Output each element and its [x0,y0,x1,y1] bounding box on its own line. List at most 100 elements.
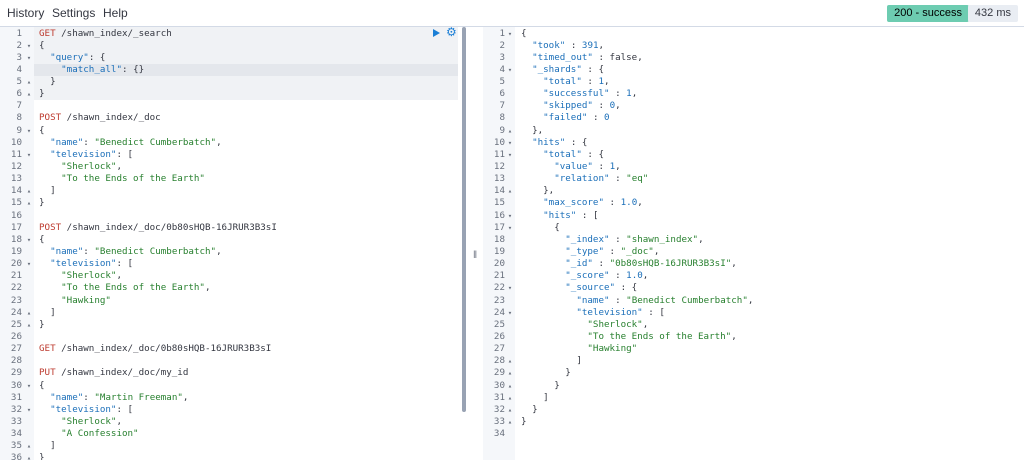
code-line: 34 "A Confession" [0,428,462,440]
code-line: 27 "Hawking" [483,343,1024,355]
line-number: 31 [493,391,505,403]
fold-toggle-icon[interactable]: ▾ [25,40,33,52]
code-line: 35 ▴ ] [0,440,462,452]
line-number: 1 [16,27,22,39]
fold-toggle-icon[interactable]: ▾ [25,380,33,392]
fold-toggle-icon[interactable]: ▾ [25,234,33,246]
request-code[interactable]: 1 GET /shawn_index/_search 2 ▾{3 ▾ "query": … [0,28,462,460]
request-editor[interactable]: 1 GET /shawn_index/_search 2 ▾{3 ▾ "query": … [0,27,462,460]
line-text: "skipped" : 0, [543,100,621,112]
line-number: 12 [10,161,22,173]
request-scrollbar[interactable] [462,27,466,412]
line-text: { [39,39,45,51]
fold-toggle-icon[interactable]: ▾ [25,149,33,161]
line-text: "total" : 1, [543,76,610,88]
fold-toggle-icon[interactable]: ▴ [506,416,514,428]
line-text: "A Confession" [61,428,139,440]
response-status-badge: 200 - success [887,5,969,22]
fold-toggle-icon[interactable]: ▴ [506,125,514,137]
code-line: 20 ▾ "television": [ [0,258,462,270]
line-text: "timed_out" : false, [532,51,643,63]
fold-toggle-icon[interactable]: ▴ [506,392,514,404]
drag-handle-icon[interactable]: ‖ [473,251,477,261]
fold-toggle-icon[interactable]: ▾ [506,210,514,222]
pane-resizer[interactable]: ‖ [470,27,482,460]
settings-menu[interactable]: Settings [52,0,95,26]
fold-toggle-icon[interactable]: ▾ [506,222,514,234]
line-number: 28 [493,355,505,367]
fold-toggle-icon[interactable]: ▾ [25,52,33,64]
line-number: 19 [493,246,505,258]
line-number: 26 [493,331,505,343]
code-line: 31 ▴ ] [483,392,1024,404]
fold-toggle-icon[interactable]: ▾ [25,258,33,270]
fold-toggle-icon[interactable]: ▴ [25,319,33,331]
fold-toggle-icon[interactable]: ▴ [25,440,33,452]
fold-toggle-icon[interactable]: ▴ [506,380,514,392]
line-text: }, [521,124,544,136]
line-number: 22 [10,282,22,294]
fold-toggle-icon[interactable]: ▾ [506,28,514,40]
fold-toggle-icon[interactable]: ▾ [506,307,514,319]
fold-toggle-icon[interactable]: ▴ [25,307,33,319]
fold-toggle-icon[interactable]: ▴ [25,88,33,100]
line-number: 30 [493,379,505,391]
fold-toggle-icon[interactable]: ▴ [506,185,514,197]
code-line: 12 "Sherlock", [0,161,462,173]
line-number: 5 [499,76,505,88]
help-menu[interactable]: Help [103,0,128,26]
code-line: 30 ▴ } [483,380,1024,392]
code-line: 17 POST /shawn_index/_doc/0b80sHQB-16JRUR… [0,222,462,234]
fold-toggle-icon[interactable]: ▴ [25,76,33,88]
line-number: 29 [10,367,22,379]
line-number: 32 [10,403,22,415]
code-line: 33 ▴} [483,416,1024,428]
line-text: POST /shawn_index/_doc/0b80sHQB-16JRUR3B… [39,221,277,233]
code-line: 5 ▴ } [0,76,462,88]
code-line: 25 ▴} [0,319,462,331]
line-text: "failed" : 0 [543,112,610,124]
fold-toggle-icon[interactable]: ▾ [25,404,33,416]
code-line: 30 ▾ { [0,380,462,392]
line-number: 35 [10,440,22,452]
fold-toggle-icon[interactable]: ▴ [25,185,33,197]
line-number: 13 [493,173,505,185]
code-line: 23 "name" : "Benedict Cumberbatch", [483,295,1024,307]
line-number: 11 [10,148,22,160]
line-text: "total" : { [543,148,605,160]
code-line: 11 ▾ "total" : { [483,149,1024,161]
history-menu[interactable]: History [7,0,44,26]
line-number: 10 [10,136,22,148]
fold-toggle-icon[interactable]: ▴ [25,452,33,460]
code-line: 16 ▾ "hits" : [ [483,210,1024,222]
line-text: "successful" : 1, [543,88,638,100]
line-number: 3 [499,51,505,63]
line-number: 7 [16,100,22,112]
line-text: "To the Ends of the Earth", [587,331,737,343]
fold-toggle-icon[interactable]: ▴ [506,367,514,379]
code-line: 11 ▾ "television": [ [0,149,462,161]
fold-toggle-icon[interactable]: ▴ [25,197,33,209]
fold-toggle-icon[interactable]: ▾ [506,282,514,294]
top-menu-bar: History Settings Help 200 - success 432 … [0,0,1024,27]
line-number: 2 [16,39,22,51]
line-number: 23 [493,294,505,306]
code-line: 31 "name": "Martin Freeman", [0,392,462,404]
fold-toggle-icon[interactable]: ▴ [506,404,514,416]
wrench-icon[interactable]: ⚙ [446,27,457,39]
code-line: 21 "_score" : 1.0, [483,270,1024,282]
line-number: 34 [10,428,22,440]
code-line: 33 "Sherlock", [0,416,462,428]
line-text: "query": { [50,51,106,63]
play-icon[interactable] [433,29,440,37]
fold-toggle-icon[interactable]: ▾ [25,125,33,137]
fold-toggle-icon[interactable]: ▾ [506,137,514,149]
line-number: 9 [16,124,22,136]
fold-toggle-icon[interactable]: ▾ [506,149,514,161]
line-text: ] [39,185,56,197]
fold-toggle-icon[interactable]: ▴ [506,355,514,367]
line-number: 22 [493,282,505,294]
code-line: 2 ▾ { [0,40,462,52]
line-text: "Sherlock", [61,270,123,282]
fold-toggle-icon[interactable]: ▾ [506,64,514,76]
